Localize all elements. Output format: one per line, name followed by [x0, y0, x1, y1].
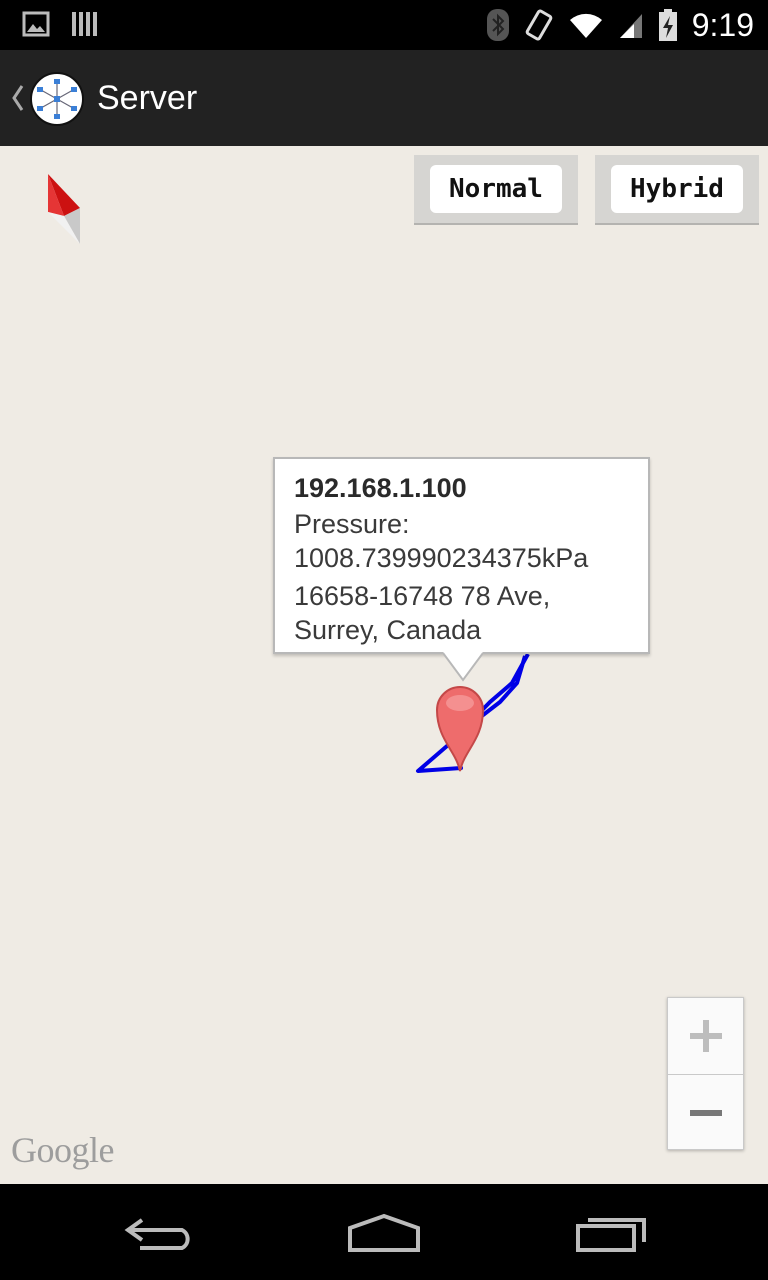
marker-info-window[interactable]: 192.168.1.100 Pressure: 1008.73999023437… — [273, 457, 650, 654]
map-view[interactable]: Normal Hybrid 192.168.1.100 Pressure: 10… — [0, 146, 768, 1184]
pressure-value: 1008.739990234375kPa — [294, 543, 589, 573]
bluetooth-icon — [486, 9, 509, 41]
google-attribution: Google — [11, 1130, 114, 1170]
pressure-label: Pressure: — [294, 509, 410, 539]
home-icon[interactable] — [344, 1210, 424, 1256]
info-window-pointer — [443, 652, 483, 682]
battery-charging-icon — [658, 9, 677, 41]
image-notification-icon — [22, 11, 50, 37]
address-line-2: Surrey, Canada — [294, 615, 482, 645]
signal-icon — [619, 14, 642, 38]
action-bar: Server — [0, 50, 768, 146]
minus-icon — [689, 1109, 722, 1116]
network-app-icon[interactable] — [30, 72, 84, 126]
recent-apps-icon[interactable] — [572, 1210, 652, 1256]
wifi-icon — [569, 13, 602, 38]
zoom-out-button[interactable] — [668, 1074, 743, 1150]
status-bar: 9:19 — [0, 0, 768, 50]
vibrate-icon — [525, 9, 553, 41]
back-icon[interactable] — [120, 1210, 200, 1256]
barcode-notification-icon — [72, 12, 97, 36]
zoom-controls — [667, 997, 744, 1150]
notification-icons — [22, 10, 98, 38]
status-clock: 9:19 — [691, 7, 754, 43]
map-marker-icon[interactable] — [433, 681, 487, 773]
route-polyline — [416, 653, 530, 773]
info-title: 192.168.1.100 — [294, 473, 467, 503]
navigation-bar — [0, 1184, 768, 1280]
plus-icon — [689, 1019, 722, 1052]
system-icons: 9:19 — [486, 6, 754, 44]
up-caret-icon[interactable] — [8, 80, 26, 116]
address-line-1: 16658-16748 78 Ave, — [294, 581, 551, 611]
zoom-in-button[interactable] — [668, 998, 743, 1073]
screen-title: Server — [97, 79, 198, 117]
